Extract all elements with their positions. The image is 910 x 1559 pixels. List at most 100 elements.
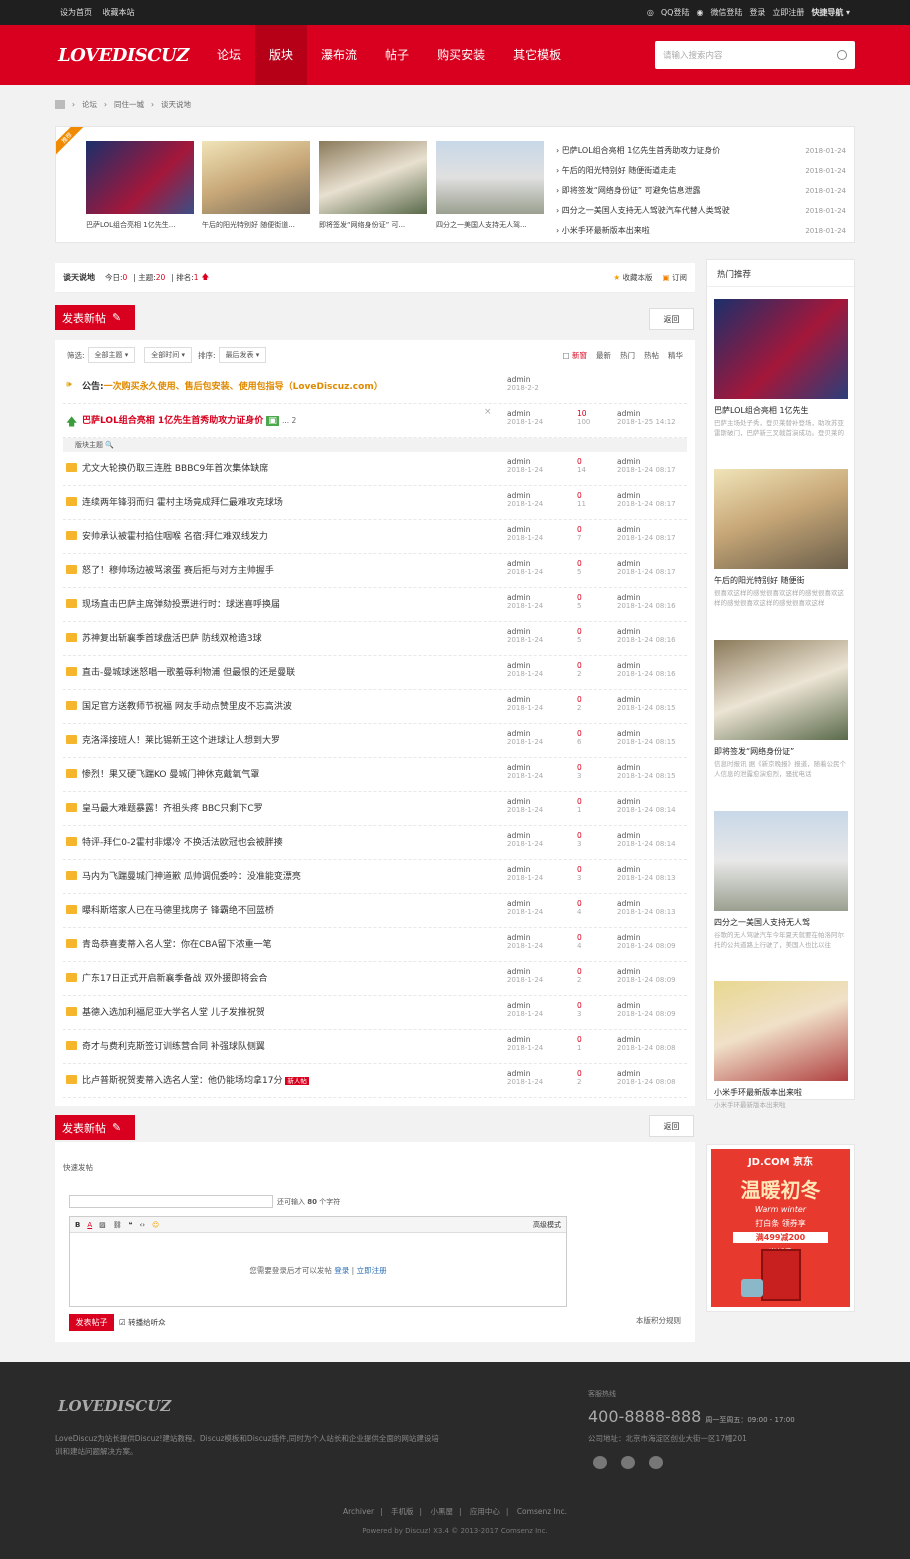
thread-last-post[interactable]: admin 2018-1-24 08:17 [617, 491, 676, 509]
thread-last-post[interactable]: admin 2018-1-24 08:16 [617, 661, 676, 679]
thread-last-post[interactable]: admin 2018-1-24 08:09 [617, 933, 676, 951]
bold-icon[interactable]: B [75, 1221, 80, 1229]
thread-title[interactable]: 青岛恭喜麦蒂入名人堂：你在CBA留下浓重一笔 [82, 937, 272, 950]
footer-link-blackroom[interactable]: 小黑屋 [430, 1507, 453, 1516]
thread-last-post[interactable]: admin 2018-1-24 08:09 [617, 967, 676, 985]
breadcrumb-board[interactable]: 谈天说地 [161, 99, 191, 110]
thread-author[interactable]: admin 2018-1-24 [507, 1069, 543, 1087]
hot-item[interactable]: 即将签发“网络身份证” 信息时报讯 据《新京晚报》报道，随着公民个人信息的泄露愈演… [714, 640, 848, 779]
thread-title[interactable]: 广东17日正式开启新襄季备战 双外援即将会合 [82, 971, 267, 984]
list-item[interactable]: › 午后的阳光特别好 随便街道走走 2018-01-24 [556, 161, 846, 181]
thread-author[interactable]: admin 2018-1-24 [507, 695, 543, 713]
bookmark-link[interactable]: 收藏本站 [103, 8, 135, 17]
thread-title[interactable]: 曝科斯塔家人已在马德里找房子 锋霸绝不回蓝桥 [82, 903, 274, 916]
thread-row[interactable]: 连续两年锋羽而归 霍村主场竟成拜仁最难攻克球场 admin 2018-1-24 0 11… [63, 486, 687, 520]
list-item[interactable]: › 即将签发“网络身份证” 可避免信息泄露 2018-01-24 [556, 181, 846, 201]
thread-row[interactable]: 国足官方送教师节祝福 网友手动点赞里皮不忘高洪波 admin 2018-1-24 0 2… [63, 690, 687, 724]
set-home-link[interactable]: 设为首页 [60, 8, 92, 17]
quote-icon[interactable]: ❝ [129, 1221, 133, 1229]
nav-item-buy[interactable]: 购买安装 [423, 25, 499, 85]
thread-title[interactable]: 安帅承认被霍村掐住咽喉 名宿:拜仁难双线发力 [82, 529, 268, 542]
thread-author[interactable]: admin 2018-1-24 [507, 661, 543, 679]
sticky-thread-row[interactable]: 🡅 巴萨LOL组合亮相 1亿先生首秀助攻力证身价 ▣ ... 2 × admin… [63, 404, 687, 438]
thread-author[interactable]: admin 2018-1-24 [507, 1001, 543, 1019]
thread-last-post[interactable]: admin 2018-1-24 08:17 [617, 457, 676, 475]
list-item[interactable]: › 四分之一美国人支持无人驾驶汽车代替人类驾驶 2018-01-24 [556, 201, 846, 221]
jd-ad-banner[interactable]: JD.COM 京东 温暖初冬 Warm winter 打白条 领券享 满499减… [706, 1144, 855, 1312]
thread-author[interactable]: admin 2018-1-24 [507, 763, 543, 781]
image-icon[interactable]: ▨ [99, 1221, 106, 1229]
thread-row[interactable]: 现场直击巴萨主席弹劾投票进行时：球迷喜呼换届 admin 2018-1-24 0 5 ad… [63, 588, 687, 622]
nav-item-forum[interactable]: 论坛 [203, 25, 255, 85]
back-button[interactable]: 返回 [649, 1115, 694, 1137]
time-select[interactable]: 全部时间 ▾ [144, 347, 193, 363]
advanced-mode-link[interactable]: 高级模式 [533, 1220, 561, 1230]
breadcrumb-group[interactable]: 同住一城 [114, 99, 144, 110]
thread-row[interactable]: 克洛泽接班人！莱比锡新王这个进球让人想到大罗 admin 2018-1-24 0 6 ad… [63, 724, 687, 758]
hot-item[interactable]: 小米手环最新版本出来啦 小米手环最新版本出来啦 [714, 981, 848, 1110]
nav-item-posts[interactable]: 帖子 [371, 25, 423, 85]
post-editor[interactable]: B A ▨ ⛓ ❝ ‹› ☺ 高级模式 您需要登录后才可以发帖 登录 | 立即注… [69, 1216, 567, 1307]
quick-nav-menu[interactable]: 快捷导航 ▾ [811, 7, 850, 18]
close-icon[interactable]: × [484, 407, 492, 417]
filter-latest[interactable]: 最新 [596, 350, 611, 361]
recommend-thumb[interactable]: 四分之一美国人支持无人驾... [436, 141, 544, 230]
new-post-button[interactable]: 发表新帖 ✎ [55, 1115, 135, 1140]
thread-title[interactable]: 克洛泽接班人！莱比锡新王这个进球让人想到大罗 [82, 733, 280, 746]
submit-post-button[interactable]: 发表帖子 [69, 1314, 114, 1331]
thread-row[interactable]: 曝科斯塔家人已在马德里找房子 锋霸绝不回蓝桥 admin 2018-1-24 0 4 ad… [63, 894, 687, 928]
thread-row[interactable]: 基德入选加利福尼亚大学名人堂 儿子发推祝贺 admin 2018-1-24 0 3 adm… [63, 996, 687, 1030]
search-icon[interactable] [837, 50, 847, 60]
thread-title[interactable]: 基德入选加利福尼亚大学名人堂 儿子发推祝贺 [82, 1005, 265, 1018]
filter-hot[interactable]: 热门 [620, 350, 635, 361]
thread-title[interactable]: 奇才与费利克斯签订训练营合同 补强球队侧翼 [82, 1039, 265, 1052]
rules-link[interactable]: 本版积分规则 [636, 1315, 681, 1326]
thread-title[interactable]: 直击-曼城球迷怒唱一歌羞辱利物浦 但最恨的还是曼联 [82, 665, 295, 678]
weibo-icon[interactable] [593, 1456, 607, 1469]
recommend-thumb[interactable]: 午后的阳光特别好 随便街道... [202, 141, 310, 230]
code-icon[interactable]: ‹› [139, 1221, 145, 1229]
recommend-thumb[interactable]: 巴萨LOL组合亮相 1亿先生... [86, 141, 194, 230]
thread-last-post[interactable]: admin 2018-1-24 08:17 [617, 525, 676, 543]
list-item[interactable]: › 巴萨LOL组合亮相 1亿先生首秀助攻力证身价 2018-01-24 [556, 141, 846, 161]
hot-item[interactable]: 巴萨LOL组合亮相 1亿先生 巴萨主场处子秀，登贝莱替补登场，助攻苏亚雷斯破门，巴… [714, 299, 848, 438]
thread-title[interactable]: 国足官方送教师节祝福 网友手动点赞里皮不忘高洪波 [82, 699, 292, 712]
thread-last-post[interactable]: admin 2018-1-24 08:09 [617, 1001, 676, 1019]
thread-author[interactable]: admin 2018-1-24 [507, 729, 543, 747]
new-post-button[interactable]: 发表新帖 ✎ [55, 305, 135, 330]
thread-last-post[interactable]: admin 2018-1-24 08:14 [617, 831, 676, 849]
thread-row[interactable]: 苏神复出斩襄季首球盘活巴萨 防线双枪造3球 admin 2018-1-24 0 5 adm… [63, 622, 687, 656]
thread-row[interactable]: 皇马最大难题暴露！齐祖头疼 BBC只剩下C罗 admin 2018-1-24 0 1 ad… [63, 792, 687, 826]
list-item[interactable]: › 小米手环最新版本出来啦 2018-01-24 [556, 221, 846, 241]
thread-row[interactable]: 安帅承认被霍村掐住咽喉 名宿:拜仁难双线发力 admin 2018-1-24 0 7 ad… [63, 520, 687, 554]
footer-link-archiver[interactable]: Archiver [343, 1507, 374, 1516]
smiley-icon[interactable]: ☺ [152, 1221, 159, 1229]
thread-author[interactable]: admin 2018-1-24 [507, 865, 543, 883]
thread-row[interactable]: 惨烈！果又硬飞踹KO 曼城门神休克戴氧气罩 admin 2018-1-24 0 3 adm… [63, 758, 687, 792]
qq-login-link[interactable]: QQ登陆 [661, 7, 690, 18]
thread-last-post[interactable]: admin 2018-1-24 08:14 [617, 797, 676, 815]
thread-row[interactable]: 尤文大轮换仍取三连胜 BBBC9年首次集体缺席 admin 2018-1-24 0 14… [63, 452, 687, 486]
thread-row[interactable]: 奇才与费利克斯签订训练营合同 补强球队侧翼 admin 2018-1-24 0 1 adm… [63, 1030, 687, 1064]
thread-last-post[interactable]: admin 2018-1-24 08:17 [617, 559, 676, 577]
thread-last-post[interactable]: admin 2018-1-24 08:16 [617, 627, 676, 645]
back-button[interactable]: 返回 [649, 308, 694, 330]
thread-last-post[interactable]: admin 2018-1-24 08:16 [617, 593, 676, 611]
sort-select[interactable]: 最后发表 ▾ [218, 347, 267, 363]
thread-author[interactable]: admin 2018-1-24 [507, 457, 543, 475]
thread-title[interactable]: 皇马最大难题暴露！齐祖头疼 BBC只剩下C罗 [82, 801, 263, 814]
thread-author[interactable]: admin 2018-1-24 [507, 967, 543, 985]
recommend-thumb[interactable]: 即将签发“网络身份证” 可... [319, 141, 427, 230]
qq-icon[interactable] [621, 1456, 635, 1469]
home-icon[interactable] [55, 100, 65, 109]
type-select[interactable]: 全部主题 ▾ [87, 347, 136, 363]
post-title-input[interactable] [69, 1195, 273, 1208]
thread-row[interactable]: 直击-曼城球迷怒唱一歌羞辱利物浦 但最恨的还是曼联 admin 2018-1-24 0… [63, 656, 687, 690]
new-window-toggle[interactable]: □ 新窗 [563, 350, 587, 361]
footer-link-appcenter[interactable]: 应用中心 [470, 1507, 500, 1516]
thread-title[interactable]: 怒了！穆帅场边被骂滚蛋 赛后拒与对方主帅握手 [82, 563, 274, 576]
nav-item-boards[interactable]: 版块 [255, 25, 308, 85]
thread-last-post[interactable]: admin 2018-1-24 08:15 [617, 763, 676, 781]
thread-last-post[interactable]: admin 2018-1-24 08:15 [617, 695, 676, 713]
thread-title[interactable]: 苏神复出斩襄季首球盘活巴萨 防线双枪造3球 [82, 631, 262, 644]
